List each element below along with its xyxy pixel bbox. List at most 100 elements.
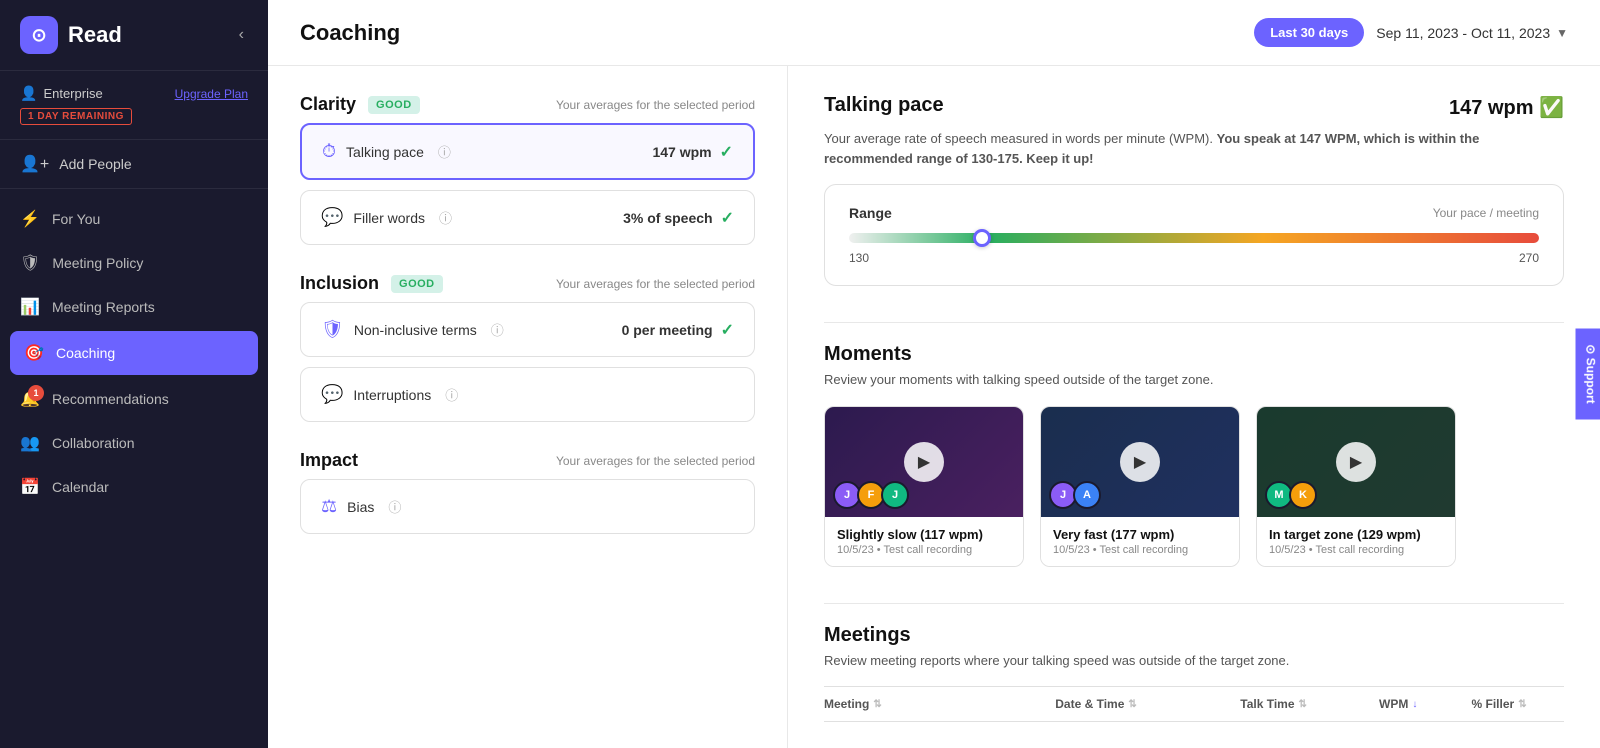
avatar-group-3: M K (1265, 481, 1317, 509)
moment-speed-2: Very fast (177 wpm) (1053, 527, 1227, 542)
meetings-title: Meetings (824, 624, 1564, 647)
clarity-title: Clarity (300, 94, 356, 115)
interruptions-label: Interruptions (353, 387, 431, 403)
support-tab[interactable]: ⊙ Support (1575, 328, 1600, 419)
clarity-section: Clarity GOOD Your averages for the selec… (300, 94, 755, 245)
upgrade-plan-link[interactable]: Upgrade Plan (175, 87, 248, 101)
talking-pace-detail-check: ✅ (1539, 97, 1564, 119)
pace-per-meeting-label: Your pace / meeting (1433, 206, 1539, 220)
filler-words-info-icon: ⓘ (439, 208, 452, 227)
talking-pace-detail-wpm: 147 wpm ✅ (1449, 95, 1564, 120)
talking-pace-label: Talking pace (346, 144, 424, 160)
sidebar-header: ⊙ Read ‹ (0, 0, 268, 71)
moments-subtitle: Review your moments with talking speed o… (824, 370, 1564, 390)
interruptions-icon: 💬 (321, 384, 343, 405)
range-labels: Range Your pace / meeting (849, 205, 1539, 221)
last-30-days-button[interactable]: Last 30 days (1254, 18, 1364, 47)
top-header: Coaching Last 30 days Sep 11, 2023 - Oct… (268, 0, 1600, 66)
talking-pace-detail-header: Talking pace 147 wpm ✅ (824, 94, 1564, 121)
clarity-header: Clarity GOOD Your averages for the selec… (300, 94, 755, 115)
inclusion-title: Inclusion (300, 273, 379, 294)
moment-info-3: In target zone (129 wpm) 10/5/23 • Test … (1257, 517, 1455, 566)
enterprise-icon: 👤 (20, 85, 37, 102)
interruptions-card[interactable]: 💬 Interruptions ⓘ (300, 367, 755, 422)
talktime-sort-icon: ⇅ (1299, 699, 1307, 710)
trial-badge: 1 DAY REMAINING (20, 108, 132, 125)
moment-meta-2: 10/5/23 • Test call recording (1053, 544, 1227, 556)
sidebar-item-meeting-reports[interactable]: 📊 Meeting Reports (0, 285, 268, 329)
filler-words-card[interactable]: 💬 Filler words ⓘ 3% of speech ✓ (300, 190, 755, 245)
impact-section: Impact Your averages for the selected pe… (300, 450, 755, 534)
inclusion-badge: GOOD (391, 275, 443, 293)
collapse-sidebar-button[interactable]: ‹ (235, 22, 248, 48)
filler-words-label: Filler words (353, 210, 425, 226)
range-label: Range (849, 205, 892, 221)
talking-pace-check-icon: ✓ (720, 142, 733, 162)
meeting-reports-label: Meeting Reports (52, 299, 155, 315)
right-panel: Talking pace 147 wpm ✅ Your average rate… (788, 66, 1600, 748)
interruptions-info-icon: ⓘ (445, 385, 458, 404)
meetings-section: Meetings Review meeting reports where yo… (824, 624, 1564, 723)
moment-info-1: Slightly slow (117 wpm) 10/5/23 • Test c… (825, 517, 1023, 566)
moment-meta-3: 10/5/23 • Test call recording (1269, 544, 1443, 556)
filler-words-value: 3% of speech (623, 210, 712, 226)
enterprise-label: 👤 Enterprise (20, 85, 103, 102)
content-area: Clarity GOOD Your averages for the selec… (268, 66, 1600, 748)
avatar-J2: J (881, 481, 909, 509)
coaching-label: Coaching (56, 345, 115, 361)
calendar-label: Calendar (52, 479, 109, 495)
slider-numbers: 130 270 (849, 251, 1539, 265)
date-range-text: Sep 11, 2023 - Oct 11, 2023 ▼ (1376, 25, 1568, 41)
sidebar-item-calendar[interactable]: 📅 Calendar (0, 465, 268, 509)
page-title: Coaching (300, 20, 400, 46)
bias-label: Bias (347, 499, 374, 515)
th-wpm[interactable]: WPM ↓ (1379, 697, 1472, 711)
add-people-button[interactable]: 👤+ Add People (0, 140, 268, 189)
inclusion-header: Inclusion GOOD Your averages for the sel… (300, 273, 755, 294)
impact-title: Impact (300, 450, 358, 471)
play-button-1[interactable]: ▶ (904, 442, 944, 482)
non-inclusive-terms-card[interactable]: 🛡 Non-inclusive terms ⓘ 0 per meeting ✓ (300, 302, 755, 357)
moments-grid: J F J ▶ Slightly slow (117 wpm) 10/5/23 … (824, 406, 1564, 567)
talking-pace-detail-title: Talking pace (824, 94, 944, 117)
sidebar-item-meeting-policy[interactable]: 🛡 Meeting Policy (0, 241, 268, 285)
sidebar-item-coaching[interactable]: 🎯 Coaching (10, 331, 258, 375)
filler-sort-icon: ⇅ (1518, 699, 1526, 710)
main-content: Coaching Last 30 days Sep 11, 2023 - Oct… (268, 0, 1600, 748)
talking-pace-card[interactable]: ⏱ Talking pace ⓘ 147 wpm ✓ (300, 123, 755, 180)
moment-card-1[interactable]: J F J ▶ Slightly slow (117 wpm) 10/5/23 … (824, 406, 1024, 567)
play-button-2[interactable]: ▶ (1120, 442, 1160, 482)
sidebar-item-for-you[interactable]: ⚡ For You (0, 197, 268, 241)
filler-words-icon: 💬 (321, 207, 343, 228)
app-logo-icon: ⊙ (20, 16, 58, 54)
meeting-sort-icon: ⇅ (873, 699, 881, 710)
sidebar-logo: ⊙ Read (20, 16, 122, 54)
sidebar-nav: ⚡ For You 🛡 Meeting Policy 📊 Meeting Rep… (0, 189, 268, 748)
th-talktime[interactable]: Talk Time ⇅ (1240, 697, 1379, 711)
play-button-3[interactable]: ▶ (1336, 442, 1376, 482)
collaboration-label: Collaboration (52, 435, 135, 451)
impact-subtitle: Your averages for the selected period (556, 454, 755, 468)
bias-icon: ⚖ (321, 496, 337, 517)
slider-track (849, 233, 1539, 243)
th-filler[interactable]: % Filler ⇅ (1472, 697, 1565, 711)
wpm-sort-icon: ↓ (1412, 699, 1417, 710)
non-inclusive-terms-label: Non-inclusive terms (354, 322, 477, 338)
th-datetime[interactable]: Date & Time ⇅ (1055, 697, 1240, 711)
non-inclusive-terms-value: 0 per meeting (622, 322, 713, 338)
talking-pace-value: 147 wpm (652, 144, 711, 160)
sidebar-item-collaboration[interactable]: 👥 Collaboration (0, 421, 268, 465)
talking-pace-description: Your average rate of speech measured in … (824, 129, 1564, 168)
avatar-group-2: J A (1049, 481, 1101, 509)
bias-info-icon: ⓘ (388, 497, 401, 516)
for-you-label: For You (52, 211, 100, 227)
th-meeting[interactable]: Meeting ⇅ (824, 697, 1055, 711)
moment-card-3[interactable]: M K ▶ In target zone (129 wpm) 10/5/23 •… (1256, 406, 1456, 567)
meeting-policy-label: Meeting Policy (52, 255, 143, 271)
divider-1 (824, 322, 1564, 323)
moment-card-2[interactable]: J A ▶ Very fast (177 wpm) 10/5/23 • Test… (1040, 406, 1240, 567)
bias-card[interactable]: ⚖ Bias ⓘ (300, 479, 755, 534)
talking-pace-info-icon: ⓘ (438, 142, 451, 161)
non-inclusive-terms-icon: 🛡 (321, 319, 344, 340)
sidebar-item-recommendations[interactable]: 🔔 Recommendations 1 (0, 377, 268, 421)
